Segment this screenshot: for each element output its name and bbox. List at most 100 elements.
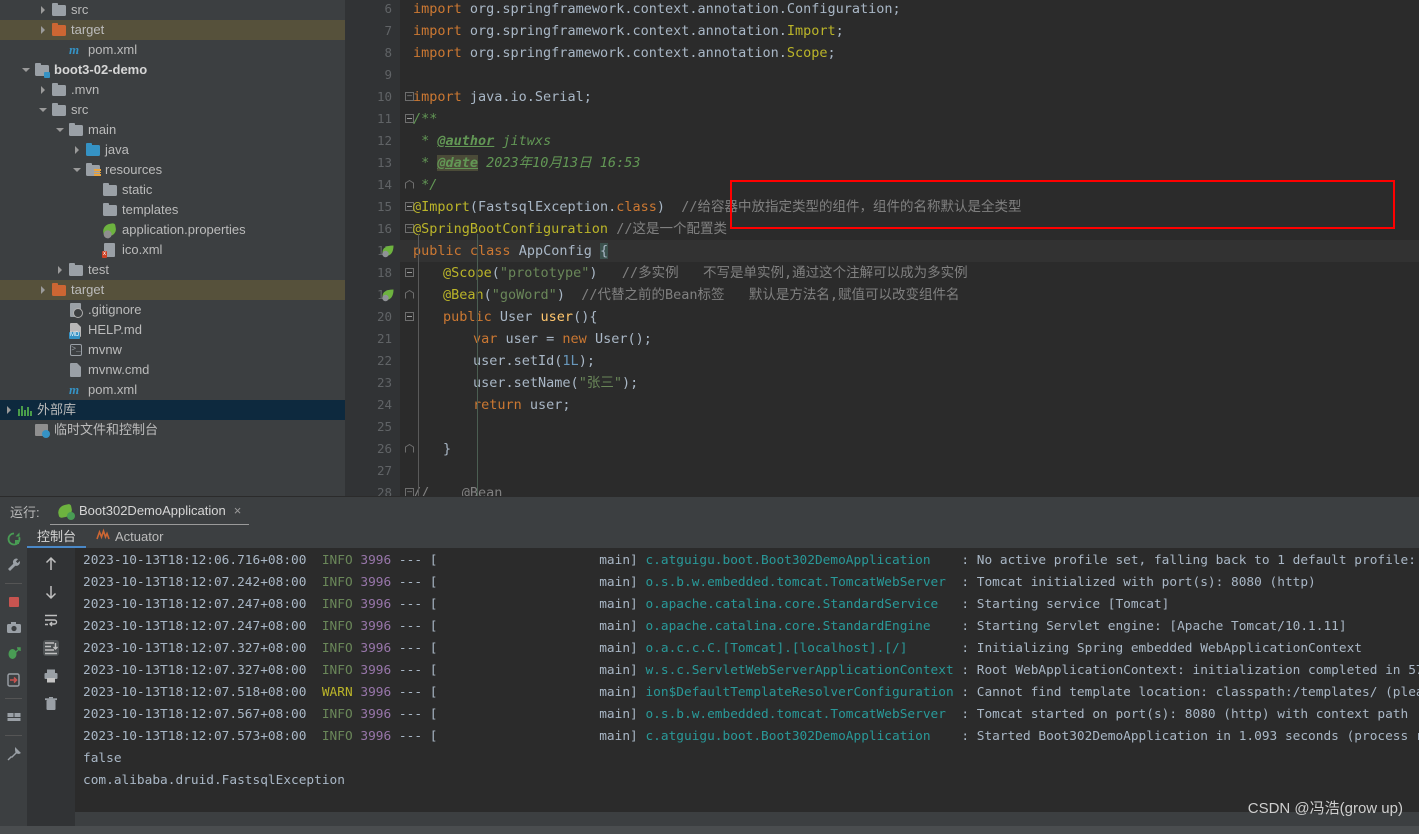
tree-item-mvnw-cmd[interactable]: mvnw.cmd xyxy=(0,360,345,380)
run-tool-window[interactable]: 运行: Boot302DemoApplication × 控制台 Actuato… xyxy=(0,496,1419,834)
tree-item-gitignore[interactable]: .gitignore xyxy=(0,300,345,320)
chevron-right-icon[interactable] xyxy=(38,285,49,296)
tree-item-label: resources xyxy=(105,162,163,177)
console-log-row: 2023-10-13T18:12:07.518+08:00 WARN 3996 … xyxy=(83,682,1419,704)
code-editor-panel[interactable]: 678910—111213141516—17181920212223242526… xyxy=(345,0,1419,496)
run-window-label: 运行: xyxy=(10,505,40,520)
export-icon[interactable] xyxy=(6,672,22,688)
run-configuration-tab[interactable]: Boot302DemoApplication × xyxy=(50,497,250,526)
tree-item-boot3-02-demo[interactable]: boot3-02-demo xyxy=(0,60,345,80)
line-number: 14 xyxy=(376,177,392,192)
tree-item-target[interactable]: target xyxy=(0,280,345,300)
console-toolbar[interactable] xyxy=(27,548,75,834)
tree-item-pom-xml[interactable]: m pom.xml xyxy=(0,380,345,400)
code-line[interactable]: @Bean("goWord") //代替之前的Bean标签 默认是方法名,赋值可… xyxy=(413,284,960,306)
code-line[interactable]: * @author jitwxs xyxy=(413,130,551,152)
tree-item-mvnw[interactable]: >_ mvnw xyxy=(0,340,345,360)
code-line[interactable]: @SpringBootConfiguration //这是一个配置类 xyxy=(413,218,727,240)
tree-item-target-top[interactable]: target xyxy=(0,20,345,40)
code-line[interactable]: user.setId(1L); xyxy=(413,350,595,372)
spring-bean-gutter-icon[interactable] xyxy=(381,244,395,258)
git-file-icon xyxy=(68,302,84,318)
code-line[interactable]: var user = new User(); xyxy=(413,328,652,350)
console-tab-console[interactable]: 控制台 xyxy=(27,525,87,548)
console-output-area[interactable]: 2023-10-13T18:12:06.716+08:00 INFO 3996 … xyxy=(75,548,1419,812)
run-left-toolbar[interactable] xyxy=(0,525,27,834)
tree-item-mvn[interactable]: .mvn xyxy=(0,80,345,100)
chevron-down-icon[interactable] xyxy=(55,125,66,136)
debug-icon[interactable] xyxy=(6,646,22,662)
code-line[interactable]: // @Bean xyxy=(413,482,502,496)
chevron-right-icon[interactable] xyxy=(55,265,66,276)
chevron-down-icon[interactable] xyxy=(21,65,32,76)
tree-item-test[interactable]: test xyxy=(0,260,345,280)
tree-item-scratches[interactable]: 临时文件和控制台 xyxy=(0,420,345,440)
tree-item-label: target xyxy=(71,282,105,297)
soft-wrap-icon[interactable] xyxy=(43,612,59,628)
scroll-to-end-icon[interactable] xyxy=(43,640,59,656)
line-number: 27 xyxy=(376,463,392,478)
code-line[interactable]: import org.springframework.context.annot… xyxy=(413,42,836,64)
spring-bean-gutter-icon[interactable] xyxy=(381,288,395,302)
tree-item-label: 外部库 xyxy=(37,402,77,417)
print-icon[interactable] xyxy=(43,668,59,684)
code-line[interactable]: import java.io.Serial; xyxy=(413,86,592,108)
log-level: INFO xyxy=(306,729,353,744)
log-pid: 3996 xyxy=(352,553,392,568)
folder-gray-icon xyxy=(68,122,84,138)
code-line[interactable]: import org.springframework.context.annot… xyxy=(413,0,901,20)
tree-item-label: 临时文件和控制台 xyxy=(54,422,159,437)
log-level: INFO xyxy=(306,619,353,634)
chevron-right-icon[interactable] xyxy=(38,85,49,96)
close-icon[interactable]: × xyxy=(234,503,242,518)
chevron-right-icon[interactable] xyxy=(38,25,49,36)
line-number: 25 xyxy=(376,419,392,434)
folder-blue-icon xyxy=(85,142,101,158)
rerun-icon[interactable] xyxy=(6,531,22,547)
tree-item-templates[interactable]: templates xyxy=(0,200,345,220)
code-line[interactable]: public User user(){ xyxy=(413,306,597,328)
camera-icon[interactable] xyxy=(6,620,22,636)
layout-icon[interactable] xyxy=(6,709,22,725)
trash-icon[interactable] xyxy=(43,696,59,712)
tree-item-label: static xyxy=(122,182,153,197)
pin-icon[interactable] xyxy=(6,746,22,762)
tree-item-resources[interactable]: resources xyxy=(0,160,345,180)
console-tab-actuator[interactable]: Actuator xyxy=(86,525,173,548)
stop-icon[interactable] xyxy=(6,594,22,610)
code-line[interactable]: @Scope("prototype") //多实例 不写是单实例,通过这个注解可… xyxy=(413,262,968,284)
code-line[interactable]: user.setName("张三"); xyxy=(413,372,638,394)
tree-item-java[interactable]: java xyxy=(0,140,345,160)
tree-item-pom-top[interactable]: m pom.xml xyxy=(0,40,345,60)
tree-item-src-top[interactable]: src xyxy=(0,0,345,20)
chevron-right-icon[interactable] xyxy=(72,145,83,156)
chevron-down-icon[interactable] xyxy=(38,105,49,116)
chevron-right-icon[interactable] xyxy=(4,405,15,416)
tree-item-help-md[interactable]: MD HELP.md xyxy=(0,320,345,340)
code-line[interactable]: /** xyxy=(413,108,437,130)
tree-item-application-properties[interactable]: application.properties xyxy=(0,220,345,240)
tree-item-main[interactable]: main xyxy=(0,120,345,140)
tree-item-ico-xml[interactable]: x ico.xml xyxy=(0,240,345,260)
project-tree-panel[interactable]: src target m pom.xml boot3-02-demo .mvn src mai… xyxy=(0,0,345,496)
tree-item-label: test xyxy=(88,262,109,277)
code-line[interactable]: return user; xyxy=(413,394,571,416)
chevron-right-icon[interactable] xyxy=(38,5,49,16)
tree-item-src[interactable]: src xyxy=(0,100,345,120)
code-line[interactable]: */ xyxy=(413,174,437,196)
code-line[interactable]: import org.springframework.context.annot… xyxy=(413,20,844,42)
tree-item-static[interactable]: static xyxy=(0,180,345,200)
code-line[interactable]: @Import(FastsqlException.class) //给容器中放指… xyxy=(413,196,1022,218)
tree-item-external-libraries[interactable]: 外部库 xyxy=(0,400,345,420)
console-tab-strip[interactable]: 控制台 Actuator xyxy=(27,525,1419,548)
arrow-down-icon[interactable] xyxy=(43,584,59,600)
code-line[interactable]: public class AppConfig { xyxy=(413,240,609,262)
indent-guide xyxy=(477,234,478,496)
chevron-down-icon[interactable] xyxy=(72,165,83,176)
wrench-icon[interactable] xyxy=(6,557,22,573)
arrow-up-icon[interactable] xyxy=(43,556,59,572)
code-line[interactable]: * @date 2023年10月13日 16:53 xyxy=(413,152,640,174)
log-logger: o.apache.catalina.core.StandardEngine xyxy=(637,619,962,634)
